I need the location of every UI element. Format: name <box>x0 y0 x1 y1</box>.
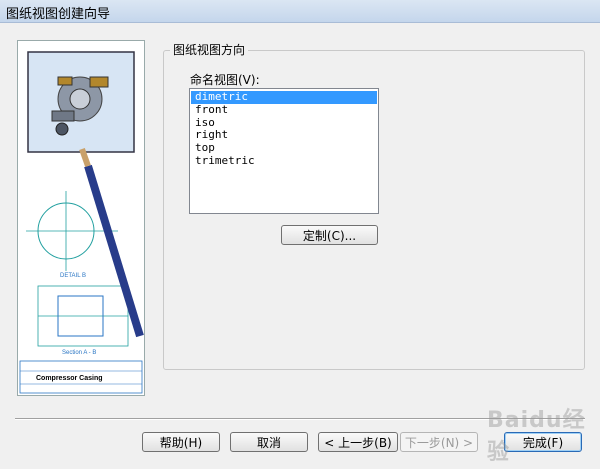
view-item-front[interactable]: front <box>191 103 377 117</box>
section-label: Section A - B <box>62 350 96 356</box>
view-item-right[interactable]: right <box>191 129 377 142</box>
watermark-text: Baidu经验 <box>487 408 586 465</box>
back-button[interactable]: < 上一步(B) <box>318 432 398 452</box>
title-bar: 图纸视图创建向导 <box>0 0 600 23</box>
help-button[interactable]: 帮助(H) <box>142 432 220 452</box>
detail-label: DETAIL B <box>60 273 86 279</box>
cancel-button[interactable]: 取消 <box>230 432 308 452</box>
cad-drawing-illustration: DETAIL B Section A - B Compressor Casing <box>19 51 144 394</box>
view-item-trimetric[interactable]: trimetric <box>191 154 377 168</box>
window-title: 图纸视图创建向导 <box>6 7 111 22</box>
group-legend: 图纸视图方向 <box>170 41 249 58</box>
view-item-dimetric[interactable]: dimetric <box>191 90 377 104</box>
wizard-illustration: DETAIL B Section A - B Compressor Casing <box>17 40 145 396</box>
customize-button[interactable]: 定制(C)... <box>281 225 378 245</box>
next-button[interactable]: 下一步(N) > <box>400 432 478 452</box>
title-block-label: Compressor Casing <box>36 375 103 382</box>
named-views-listbox[interactable]: dimetric front iso right top trimetric <box>189 88 379 214</box>
named-views-label: 命名视图(V): <box>190 73 260 87</box>
